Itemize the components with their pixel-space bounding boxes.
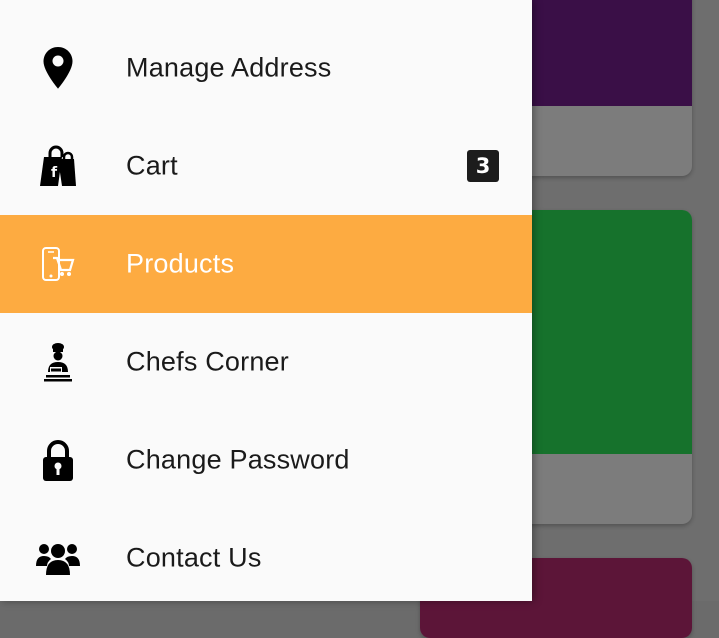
users-icon — [35, 535, 81, 581]
menu-item-cart[interactable]: f Cart 3 — [0, 117, 532, 215]
menu-item-contact-us[interactable]: Contact Us — [0, 509, 532, 607]
chef-icon — [35, 339, 81, 385]
navigation-drawer: Manage Address f Cart 3 Products Chefs C… — [0, 0, 532, 601]
menu-item-manage-address[interactable]: Manage Address — [0, 19, 532, 117]
shopping-bags-icon: f — [35, 143, 81, 189]
cart-count-badge: 3 — [467, 150, 499, 182]
map-pin-icon — [35, 45, 81, 91]
menu-item-change-password[interactable]: Change Password — [0, 411, 532, 509]
menu-label: Chefs Corner — [126, 346, 289, 377]
menu-label: Products — [126, 248, 235, 279]
mobile-cart-icon — [35, 241, 81, 287]
menu-item-chefs-corner[interactable]: Chefs Corner — [0, 313, 532, 411]
menu-label: Contact Us — [126, 542, 262, 573]
menu-label: Manage Address — [126, 52, 332, 83]
svg-text:f: f — [51, 165, 58, 181]
menu-label: Cart — [126, 150, 178, 181]
lock-icon — [35, 437, 81, 483]
menu-item-products[interactable]: Products — [0, 215, 532, 313]
menu-label: Change Password — [126, 444, 350, 475]
